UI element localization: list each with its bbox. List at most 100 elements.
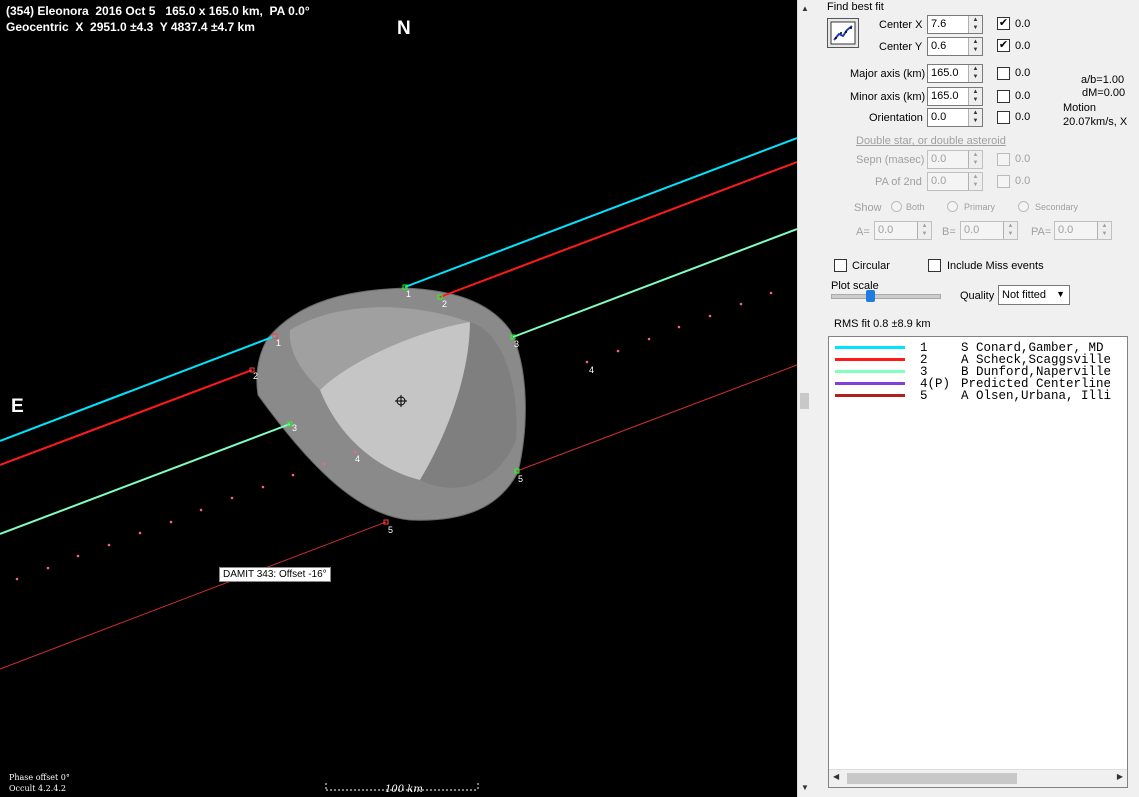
chevron-down-icon: ▼	[1056, 289, 1065, 299]
major-axis-checkbox[interactable]	[997, 67, 1010, 80]
plot-canvas[interactable]: (354) Eleonora 2016 Oct 5 165.0 x 165.0 …	[0, 0, 797, 797]
center-y-check-label: 0.0	[1015, 40, 1031, 52]
find-best-fit-button[interactable]	[827, 18, 859, 48]
legend-swatch	[835, 382, 905, 385]
chord-label-4: 4	[589, 365, 595, 375]
motion-label: Motion	[1063, 102, 1097, 114]
vertical-scrollbar[interactable]: ▲ ▼	[797, 0, 815, 797]
circular-label: Circular	[852, 260, 890, 272]
b-input[interactable]: 0.0 ▲ ▼	[960, 221, 1018, 240]
chord-3-left	[0, 423, 291, 535]
center-x-check-label: 0.0	[1015, 18, 1031, 30]
chord-label-1: 1	[406, 289, 412, 299]
minor-axis-input[interactable]: 165.0 ▲ ▼	[927, 87, 983, 106]
plot-scale-slider-thumb[interactable]	[866, 290, 875, 302]
pa-label: PA=	[1031, 226, 1052, 238]
pa2-label: PA of 2nd	[875, 176, 922, 188]
chord-label-5: 5	[388, 525, 394, 535]
pa2-check-label: 0.0	[1015, 175, 1031, 187]
center-y-label: Center Y	[879, 41, 923, 53]
geocentric-coords: Geocentric X 2951.0 ±4.3 Y 4837.4 ±4.7 k…	[6, 20, 255, 34]
include-miss-label: Include Miss events	[947, 260, 1044, 272]
east-label: E	[11, 396, 24, 417]
version-label: Occult 4.2.4.2	[9, 784, 66, 793]
scroll-right-icon[interactable]: ▶	[1117, 772, 1123, 781]
a-label: A=	[856, 226, 870, 238]
sepn-input[interactable]: 0.0 ▲ ▼	[927, 150, 983, 169]
legend-swatch	[835, 394, 905, 397]
chord-label-4: 4	[355, 454, 361, 464]
show-secondary-label: Secondary	[1035, 202, 1079, 212]
major-axis-check-label: 0.0	[1015, 67, 1031, 79]
chord-5-right	[516, 364, 797, 472]
chord-label-2: 2	[442, 299, 448, 309]
minor-axis-label: Minor axis (km)	[850, 91, 926, 103]
sepn-label: Sepn (masec)	[856, 154, 925, 166]
show-both-label: Both	[906, 202, 925, 212]
show-secondary-radio[interactable]	[1018, 201, 1029, 212]
observer-legend[interactable]: 1 S Conard,Gamber, MD 2 A Scheck,Scaggsvi…	[828, 336, 1128, 788]
legend-swatch	[835, 346, 905, 349]
chart-fit-icon	[830, 21, 856, 45]
center-x-input[interactable]: 7.6 ▲ ▼	[927, 15, 983, 34]
orientation-checkbox[interactable]	[997, 111, 1010, 124]
legend-swatch	[835, 370, 905, 373]
center-y-input[interactable]: 0.6 ▲ ▼	[927, 37, 983, 56]
pa-input[interactable]: 0.0 ▲ ▼	[1054, 221, 1112, 240]
quality-label: Quality	[960, 290, 995, 302]
chord-5-left	[0, 521, 387, 670]
scroll-down-icon[interactable]: ▼	[801, 783, 809, 792]
legend-row[interactable]: 5 A Olsen,Urbana, Illi	[829, 389, 1127, 403]
legend-observer: A Olsen,Urbana, Illi	[961, 389, 1112, 403]
north-label: N	[397, 18, 411, 39]
plot-scale-slider[interactable]	[831, 294, 941, 299]
sepn-checkbox[interactable]	[997, 153, 1010, 166]
minor-axis-check-label: 0.0	[1015, 90, 1031, 102]
chord-label-3: 3	[514, 339, 520, 349]
double-star-link[interactable]: Double star, or double asteroid	[856, 135, 1006, 147]
minor-axis-checkbox[interactable]	[997, 90, 1010, 103]
plot-graphics	[0, 137, 797, 791]
chord-label-5: 5	[518, 474, 524, 484]
shape-model-tooltip: DAMIT 343: Offset -16°	[219, 567, 331, 582]
show-primary-label: Primary	[964, 202, 995, 212]
pa2-input[interactable]: 0.0 ▲ ▼	[927, 172, 983, 191]
show-both-radio[interactable]	[891, 201, 902, 212]
chord-label-1: 1	[276, 338, 282, 348]
quality-select[interactable]: Not fitted ▼	[998, 285, 1070, 305]
pa2-checkbox[interactable]	[997, 175, 1010, 188]
scroll-left-icon[interactable]: ◀	[833, 772, 839, 781]
motion-value: 20.07km/s, X	[1063, 116, 1128, 128]
major-axis-input[interactable]: 165.0 ▲ ▼	[927, 64, 983, 83]
chord-2-left	[0, 369, 253, 466]
rms-fit-label: RMS fit 0.8 ±8.9 km	[834, 318, 931, 330]
scroll-up-icon[interactable]: ▲	[801, 4, 809, 13]
chord-3-right	[512, 228, 797, 338]
circular-checkbox[interactable]	[834, 259, 847, 272]
phase-info: Phase offset 0° Occult 4.2.4.2	[9, 772, 70, 794]
axis-ratio: a/b=1.00	[1081, 74, 1125, 86]
center-x-checkbox[interactable]: ✔	[997, 17, 1010, 30]
chord-1-left	[0, 335, 276, 442]
orientation-label: Orientation	[869, 112, 923, 124]
plot-title: (354) Eleonora 2016 Oct 5 165.0 x 165.0 …	[6, 4, 310, 18]
find-best-fit-label: Find best fit	[827, 1, 884, 13]
major-axis-label: Major axis (km)	[850, 68, 926, 80]
delta-magnitude: dM=0.00	[1082, 87, 1126, 99]
a-input[interactable]: 0.0 ▲ ▼	[874, 221, 932, 240]
chord-2-right	[439, 161, 797, 298]
scroll-thumb[interactable]	[847, 773, 1017, 784]
legend-code: 5	[920, 389, 951, 403]
chord-label-2: 2	[253, 371, 259, 381]
sepn-check-label: 0.0	[1015, 153, 1031, 165]
b-label: B=	[942, 226, 956, 238]
show-primary-radio[interactable]	[947, 201, 958, 212]
scroll-thumb[interactable]	[800, 393, 809, 409]
center-y-checkbox[interactable]: ✔	[997, 39, 1010, 52]
include-miss-checkbox[interactable]	[928, 259, 941, 272]
horizontal-scrollbar[interactable]: ◀ ▶	[829, 769, 1127, 787]
orientation-input[interactable]: 0.0 ▲ ▼	[927, 108, 983, 127]
fit-panel: Find best fit Center X 7.6 ▲ ▼ ✔ 0.0 Cente…	[819, 0, 1139, 797]
show-label: Show	[854, 202, 882, 214]
orientation-check-label: 0.0	[1015, 111, 1031, 123]
